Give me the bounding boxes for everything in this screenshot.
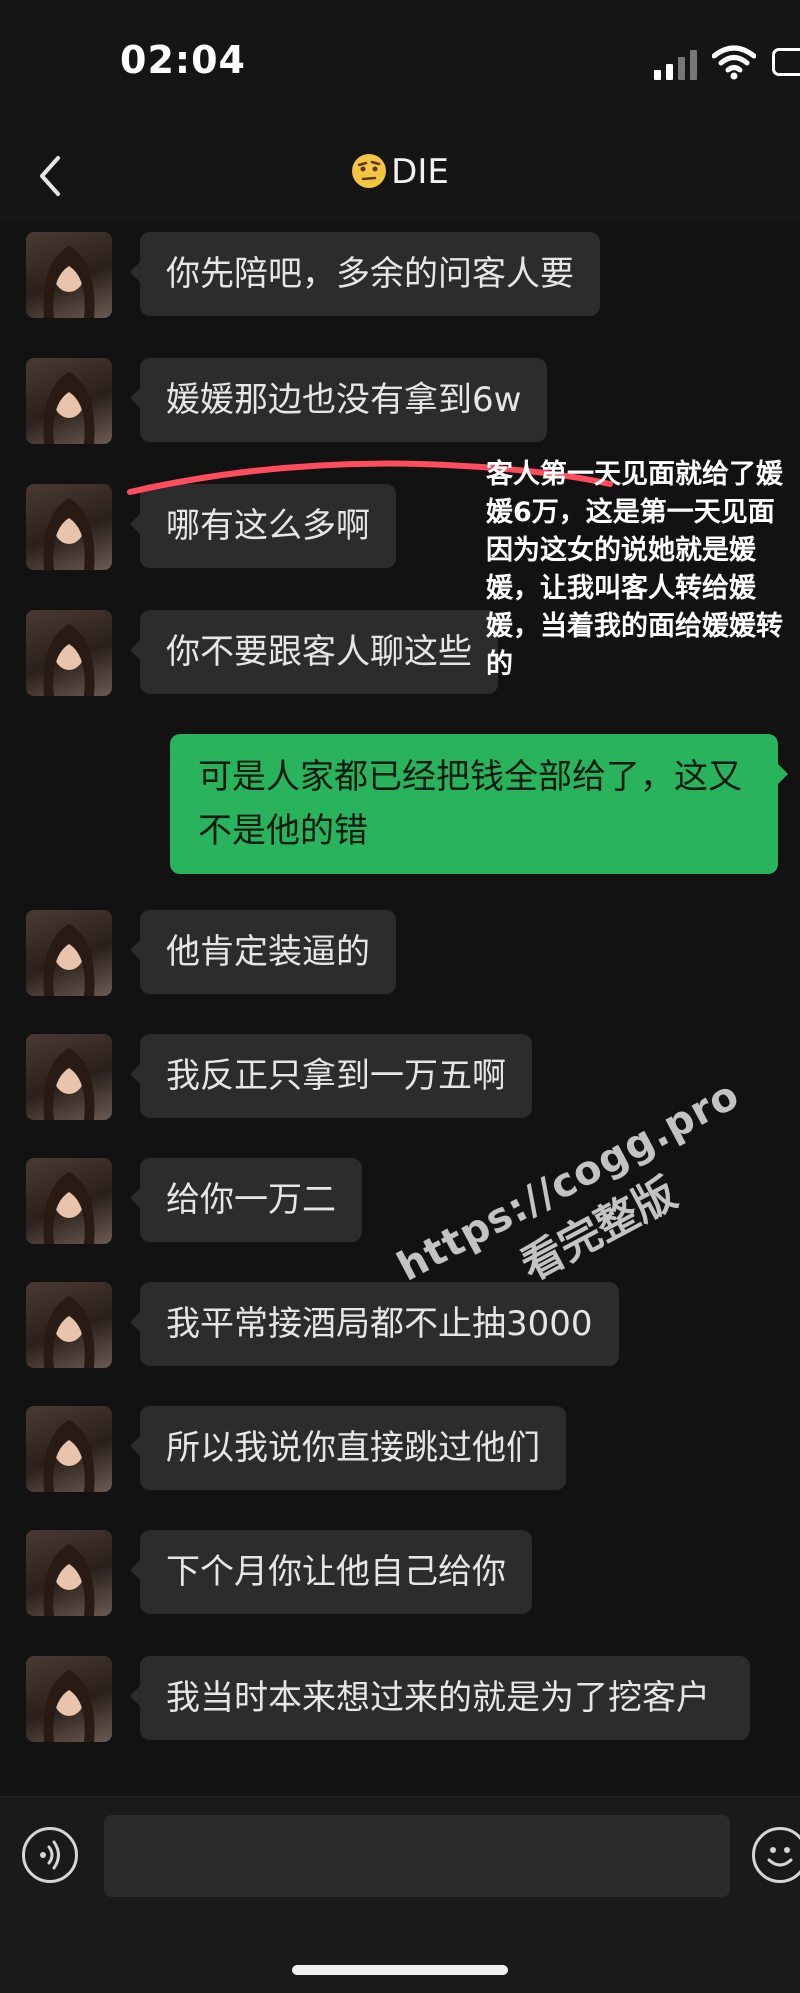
incoming-message-bubble[interactable]: 媛媛那边也没有拿到6w [129,358,548,442]
voice-icon [40,1840,60,1870]
incoming-message-bubble[interactable]: 我当时本来想过来的就是为了挖客户 [130,1656,750,1740]
contact-avatar[interactable] [26,610,112,696]
contact-avatar[interactable] [26,910,112,996]
raised-eyebrow-emoji-icon [352,154,387,188]
contact-avatar[interactable] [26,484,112,570]
wifi-icon [712,45,756,80]
contact-avatar[interactable] [26,1406,112,1492]
status-time: 02:04 [120,38,246,82]
home-indicator [292,1965,508,1975]
overlay-annotation-text: 客人第一天见面就给了媛 媛6万，这是第一天见面 因为这女的说她就是媛 媛，让我叫… [486,459,783,680]
incoming-message-bubble[interactable]: 给你一万二 [130,1158,362,1242]
incoming-message-bubble[interactable]: 我反正只拿到一万五啊 [130,1034,532,1118]
smiley-icon [767,1847,793,1867]
chat-title-text: DIE [391,152,449,192]
contact-avatar[interactable] [26,1530,112,1616]
battery-icon [772,48,800,76]
incoming-message-bubble[interactable]: 所以我说你直接跳过他们 [130,1406,566,1490]
chat-title: DIE [0,152,800,192]
contact-avatar[interactable] [26,1282,112,1368]
contact-avatar[interactable] [26,1656,112,1742]
contact-avatar[interactable] [26,1158,112,1244]
emoji-button[interactable] [752,1827,800,1883]
status-bar: 02:04 [0,0,800,130]
contact-avatar[interactable] [26,358,112,444]
incoming-message-bubble[interactable]: 你先陪吧，多余的问客人要 [130,232,600,316]
voice-input-button[interactable] [22,1827,78,1883]
contact-avatar[interactable] [26,232,112,318]
incoming-message-bubble[interactable]: 下个月你让他自己给你 [130,1530,532,1614]
incoming-message-bubble[interactable]: 你不要跟客人聊这些 [130,610,498,694]
outgoing-message-bubble[interactable]: 可是人家都已经把钱全部给了，这又不是他的错 [170,734,788,874]
chat-header: DIE [0,130,800,223]
incoming-message-bubble[interactable]: 他肯定装逼的 [130,910,396,994]
contact-avatar[interactable] [26,1034,112,1120]
message-text-input[interactable] [104,1815,730,1897]
message-input-bar [0,1796,800,1993]
cellular-signal-icon [654,50,697,80]
